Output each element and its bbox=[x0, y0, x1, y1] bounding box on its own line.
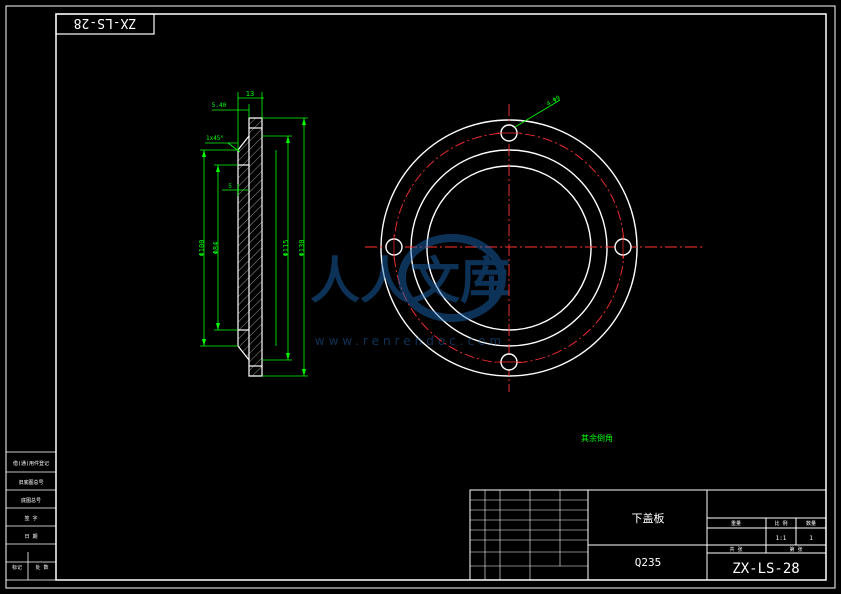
qty-label: 数量 bbox=[806, 520, 816, 527]
dim-d-bolt: Φ115 bbox=[282, 240, 290, 257]
dim-thickness: 13 bbox=[246, 90, 254, 98]
side-r4: 签 字 bbox=[24, 515, 37, 522]
part-name: 下盖板 bbox=[632, 511, 665, 525]
dim-holes: 4-Φ9 bbox=[546, 94, 562, 107]
side-r7: 处 数 bbox=[35, 564, 48, 571]
dim-d-bore: Φ84 bbox=[212, 242, 220, 255]
ratio-label: 比 例 bbox=[774, 520, 787, 527]
tech-note: 其余倒角 bbox=[581, 433, 613, 443]
dim-step2: 5 bbox=[228, 183, 232, 190]
dim-d-outer: Φ130 bbox=[298, 240, 306, 257]
watermark: 人人文库 www.renrendoc.com bbox=[310, 234, 510, 348]
side-r6: 标记 bbox=[12, 564, 22, 571]
dim-chamfer: 1x45° bbox=[206, 135, 224, 142]
qty-value: 1 bbox=[809, 535, 813, 542]
sheet-label: 共 张 bbox=[729, 546, 742, 553]
sheet-no-label: 第 张 bbox=[789, 546, 802, 553]
watermark-text: 人人文库 bbox=[310, 252, 510, 310]
top-code-box: ZX-LS-28 bbox=[55, 13, 155, 35]
drawing-code: ZX-LS-28 bbox=[732, 561, 799, 577]
dim-d-inner: Φ100 bbox=[198, 240, 206, 257]
dim-step: 5.40 bbox=[212, 102, 227, 109]
drawing-canvas: ZX-LS-28 借(通)用件登记 旧底图总号 底图总号 签 字 日 期 标记 … bbox=[5, 5, 836, 589]
side-r1: 借(通)用件登记 bbox=[13, 460, 49, 467]
side-r3: 底图总号 bbox=[21, 497, 41, 504]
side-r2: 旧底图总号 bbox=[18, 479, 43, 486]
weight-label: 重量 bbox=[731, 520, 741, 527]
top-code: ZX-LS-28 bbox=[74, 15, 137, 30]
ratio-value: 1:1 bbox=[776, 535, 787, 542]
side-r5: 日 期 bbox=[24, 534, 37, 540]
section-view: 13 5.40 1x45° 5 Φ100 Φ84 Φ115 Φ130 bbox=[198, 90, 308, 377]
material: Q235 bbox=[635, 556, 662, 569]
watermark-url: www.renrendoc.com bbox=[315, 334, 505, 348]
